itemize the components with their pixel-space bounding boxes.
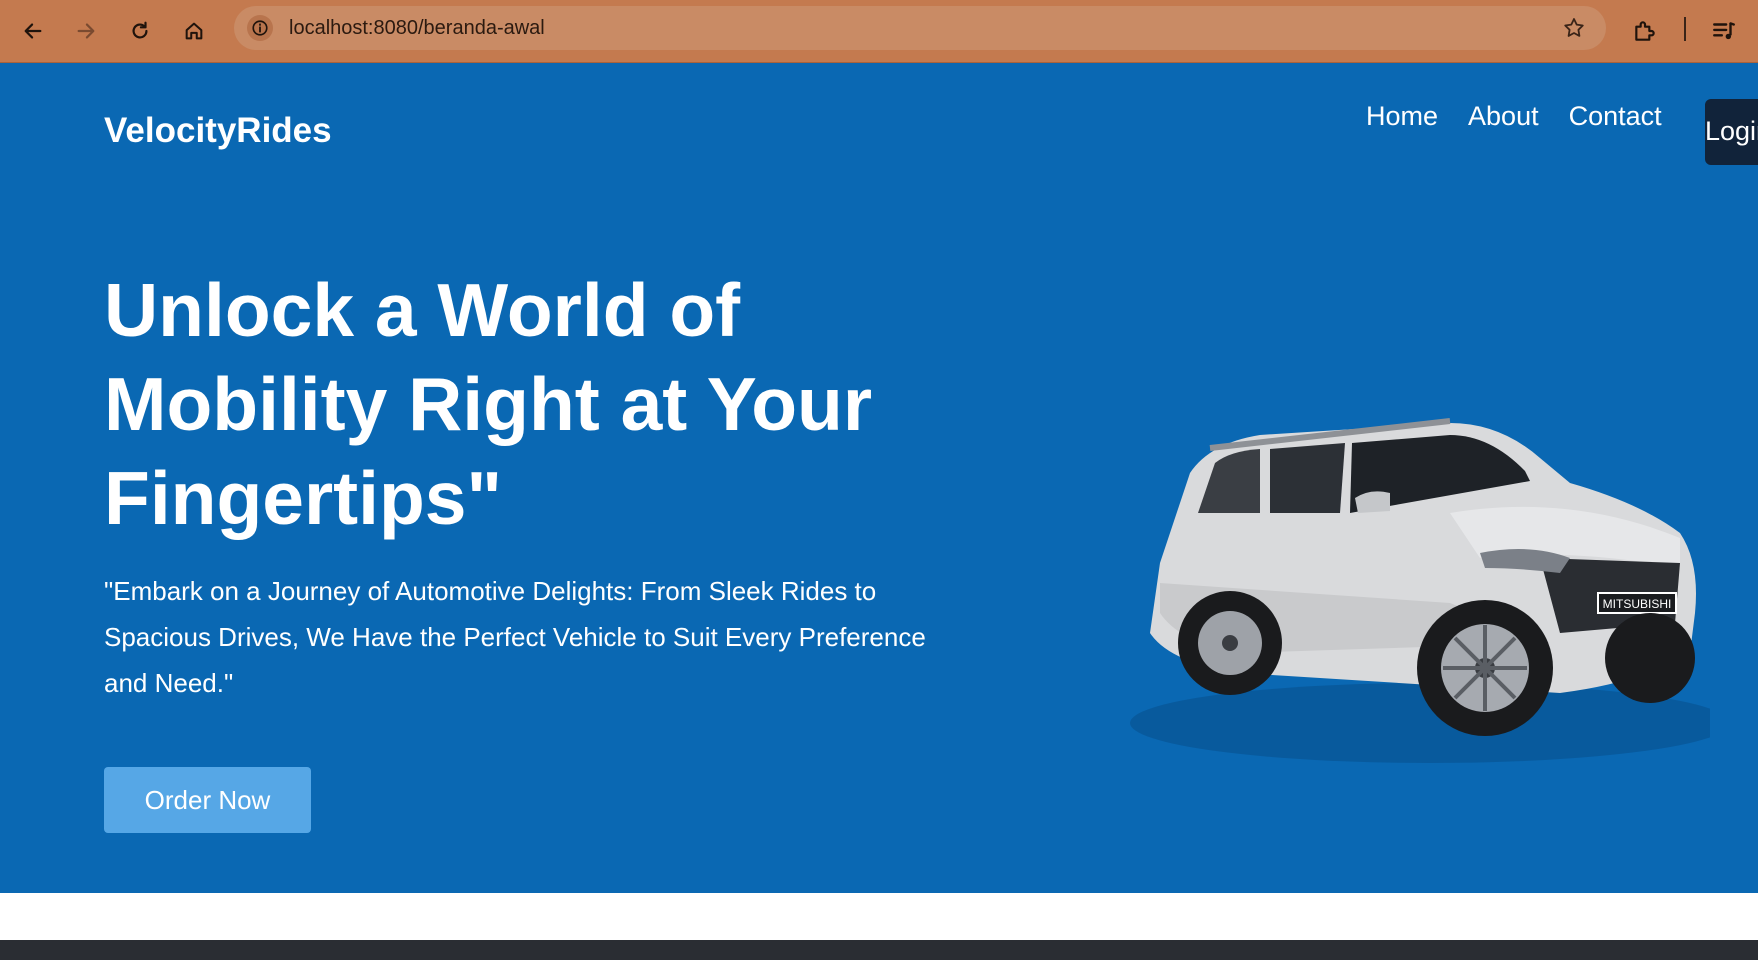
toolbar-divider [1684,17,1686,41]
forward-button[interactable] [66,11,106,51]
car-image: MITSUBISHI [1130,418,1710,763]
back-button[interactable] [13,11,53,51]
url-text[interactable]: localhost:8080/beranda-awal [289,17,545,40]
forward-icon [77,23,95,39]
os-taskbar [0,940,1758,960]
plate-text: MITSUBISHI [1603,597,1672,611]
site-info-button[interactable] [247,15,273,41]
reload-icon [132,21,148,39]
extensions-button[interactable] [1625,11,1665,51]
browser-toolbar: localhost:8080/beranda-awal [0,0,1758,63]
info-icon [252,20,268,36]
home-icon [185,22,203,40]
nav-contact-link[interactable]: Contact [1569,101,1662,132]
extensions-icon [1635,21,1655,41]
media-icon [1713,22,1735,40]
bookmark-button[interactable] [1560,14,1588,42]
star-icon [1564,18,1584,37]
address-bar[interactable]: localhost:8080/beranda-awal [234,6,1606,50]
home-button[interactable] [174,11,214,51]
login-label: Login [1705,116,1758,146]
hero-subtext: "Embark on a Journey of Automotive Delig… [104,576,926,698]
hero-section: VelocityRides Home About Contact Login U… [0,63,1758,893]
reload-button[interactable] [120,11,160,51]
order-now-button[interactable]: Order Now [104,767,311,833]
nav-about-link[interactable]: About [1468,101,1539,132]
main-nav: Home About Contact [1366,101,1662,132]
back-icon [24,23,42,39]
hero-headline: Unlock a World of Mobility Right at Your… [104,268,873,540]
media-controls-button[interactable] [1704,11,1744,51]
brand-logo[interactable]: VelocityRides [104,111,332,151]
nav-home-link[interactable]: Home [1366,101,1438,132]
login-button[interactable]: Login [1705,99,1758,165]
